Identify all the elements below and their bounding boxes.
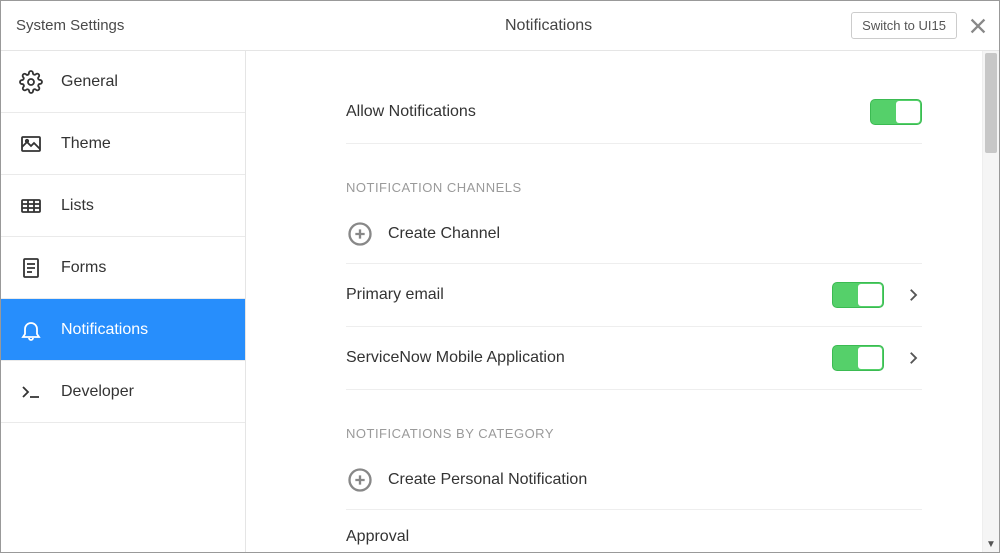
approval-label: Approval <box>346 528 409 545</box>
section-channels-header: NOTIFICATION CHANNELS <box>346 144 922 205</box>
sidebar-item-developer[interactable]: Developer <box>1 361 245 423</box>
chevron-right-icon[interactable] <box>904 286 922 304</box>
sidebar-item-label: Notifications <box>61 321 148 339</box>
allow-notifications-toggle[interactable] <box>870 99 922 125</box>
sidebar-item-forms[interactable]: Forms <box>1 237 245 299</box>
sidebar-item-label: Theme <box>61 135 111 153</box>
plus-circle-icon <box>346 466 374 494</box>
terminal-icon <box>19 380 43 404</box>
mobile-app-label: ServiceNow Mobile Application <box>346 349 565 367</box>
primary-email-toggle[interactable] <box>832 282 884 308</box>
sidebar-item-label: General <box>61 73 118 91</box>
sidebar-item-lists[interactable]: Lists <box>1 175 245 237</box>
gear-icon <box>19 70 43 94</box>
scrollbar-thumb[interactable] <box>985 53 997 153</box>
scrollbar-down-arrow[interactable]: ▼ <box>983 539 999 550</box>
mobile-app-toggle[interactable] <box>832 345 884 371</box>
switch-ui-button[interactable]: Switch to UI15 <box>851 12 957 39</box>
allow-notifications-label: Allow Notifications <box>346 103 476 121</box>
bell-icon <box>19 318 43 342</box>
sidebar-item-label: Developer <box>61 383 134 401</box>
primary-email-row[interactable]: Primary email <box>346 264 922 327</box>
sidebar-item-general[interactable]: General <box>1 51 245 113</box>
sidebar-item-theme[interactable]: Theme <box>1 113 245 175</box>
create-channel-label: Create Channel <box>388 225 500 243</box>
page-title: Notifications <box>246 17 851 35</box>
sidebar-item-label: Lists <box>61 197 94 215</box>
header-bar: System Settings Notifications Switch to … <box>1 1 999 51</box>
section-category-header: NOTIFICATIONS BY CATEGORY <box>346 390 922 451</box>
chevron-right-icon[interactable] <box>904 349 922 367</box>
plus-circle-icon <box>346 220 374 248</box>
create-channel-row[interactable]: Create Channel <box>346 205 922 264</box>
table-icon <box>19 194 43 218</box>
sidebar-item-notifications[interactable]: Notifications <box>1 299 245 361</box>
scrollbar[interactable]: ▼ <box>982 51 999 552</box>
create-personal-row[interactable]: Create Personal Notification <box>346 451 922 510</box>
close-icon[interactable] <box>967 15 989 37</box>
app-title: System Settings <box>1 1 246 50</box>
form-icon <box>19 256 43 280</box>
approval-row[interactable]: Approval <box>346 510 922 546</box>
sidebar: General Theme Lists Forms Notifications <box>1 51 246 552</box>
image-icon <box>19 132 43 156</box>
mobile-app-row[interactable]: ServiceNow Mobile Application <box>346 327 922 390</box>
content-area: Allow Notifications NOTIFICATION CHANNEL… <box>246 51 982 552</box>
allow-notifications-row: Allow Notifications <box>346 81 922 144</box>
create-personal-label: Create Personal Notification <box>388 471 587 489</box>
primary-email-label: Primary email <box>346 286 444 304</box>
sidebar-item-label: Forms <box>61 259 106 277</box>
